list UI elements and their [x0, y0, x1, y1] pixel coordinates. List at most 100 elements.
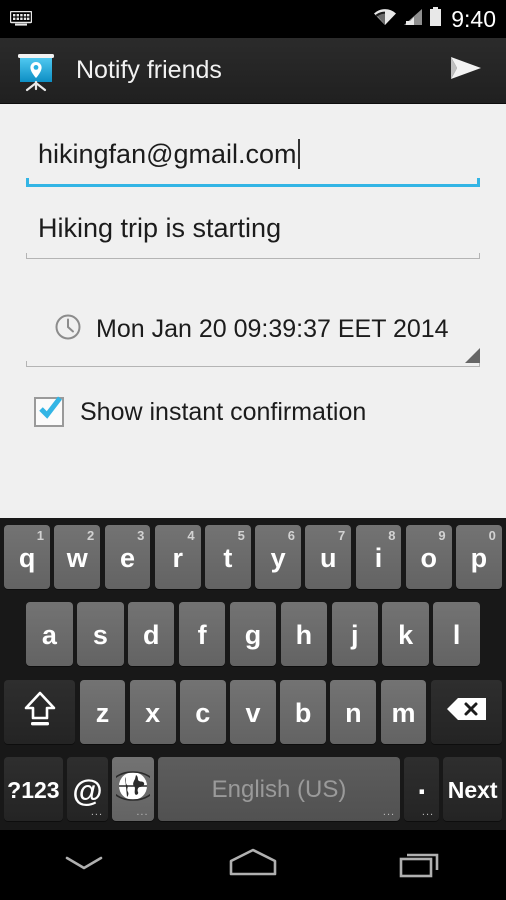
key-label: t [223, 543, 233, 573]
key-v[interactable]: v [230, 679, 276, 744]
key-superscript: 6 [287, 528, 296, 543]
key-q[interactable]: q1 [4, 525, 50, 589]
email-field[interactable]: hikingfan@gmail.com [26, 129, 480, 187]
datetime-underline [26, 361, 480, 367]
language-switch-key[interactable]: ... [110, 756, 156, 821]
keyboard-row-2: a s d f g h j k l [2, 599, 504, 669]
clock-icon [54, 313, 82, 346]
key-superscript: 2 [86, 528, 95, 543]
key-d[interactable]: d [127, 602, 175, 667]
subject-field-value: Hiking trip is starting [38, 213, 282, 243]
shift-key[interactable] [4, 679, 76, 744]
backspace-key[interactable] [430, 679, 502, 744]
wifi-icon [373, 8, 397, 31]
key-label: English (US) [211, 776, 347, 804]
subject-field[interactable]: Hiking trip is starting [26, 203, 480, 259]
key-b[interactable]: b [280, 679, 327, 744]
key-label: r [172, 543, 183, 573]
key-label: n [345, 697, 362, 728]
presentation-location-pin-icon[interactable] [14, 49, 58, 93]
key-s[interactable]: s [77, 602, 124, 667]
key-i[interactable]: i8 [355, 525, 402, 589]
key-label: g [244, 620, 262, 651]
key-label: . [417, 766, 427, 802]
hide-keyboard-button[interactable] [0, 830, 169, 900]
battery-icon [429, 7, 442, 31]
android-screen: 9:40 Notify friends hikingfan@gmail.com … [0, 0, 506, 900]
key-label: ?123 [7, 776, 60, 803]
symbols-key[interactable]: ?123 [4, 756, 63, 821]
key-x[interactable]: x [129, 679, 176, 744]
key-label: x [145, 697, 161, 728]
key-label: o [420, 543, 437, 573]
key-superscript: 8 [388, 528, 396, 543]
key-superscript: 9 [438, 528, 446, 543]
key-label: d [142, 620, 160, 651]
subject-field-underline [26, 253, 480, 259]
next-key[interactable]: Next [443, 756, 502, 821]
backspace-icon [444, 695, 488, 728]
show-instant-confirmation-checkbox[interactable] [34, 396, 64, 427]
show-instant-confirmation-label: Show instant confirmation [80, 397, 367, 426]
status-bar: 9:40 [0, 0, 506, 38]
recent-apps-button[interactable] [337, 830, 506, 900]
key-superscript: 1 [36, 528, 44, 543]
key-r[interactable]: r4 [154, 525, 201, 589]
datetime-spinner[interactable]: Mon Jan 20 09:39:37 EET 2014 [26, 303, 480, 367]
key-label: b [294, 697, 312, 728]
status-bar-system-icons: 9:40 [373, 7, 496, 31]
keyboard-row-1: q1 w2 e3 r4 t5 y6 u7 i8 o9 p0 [2, 522, 504, 592]
key-a[interactable]: a [26, 602, 73, 667]
action-bar: Notify friends [0, 38, 506, 104]
send-button[interactable] [440, 45, 492, 97]
key-e[interactable]: e3 [104, 525, 151, 589]
key-label: p [470, 543, 488, 573]
key-l[interactable]: l [433, 602, 480, 667]
recent-apps-icon [397, 846, 447, 885]
show-instant-confirmation-row[interactable]: Show instant confirmation [26, 396, 480, 427]
datetime-value: Mon Jan 20 09:39:37 EET 2014 [96, 314, 449, 343]
key-label: j [351, 620, 359, 651]
key-h[interactable]: h [280, 602, 328, 667]
key-label: @ [72, 772, 103, 808]
cellular-signal-icon [403, 8, 423, 31]
space-key[interactable]: English (US)... [157, 756, 401, 821]
key-label: s [92, 620, 108, 651]
key-j[interactable]: j [331, 602, 379, 667]
email-field-value-row: hikingfan@gmail.com [26, 129, 480, 179]
status-bar-clock: 9:40 [451, 5, 496, 32]
globe-icon [110, 769, 156, 808]
key-u[interactable]: u7 [305, 525, 352, 589]
key-f[interactable]: f [178, 602, 226, 667]
key-hint-dots: ... [136, 805, 149, 818]
key-superscript: 5 [237, 528, 245, 543]
soft-keyboard: q1 w2 e3 r4 t5 y6 u7 i8 o9 p0 a s d f g … [0, 518, 506, 830]
key-k[interactable]: k [382, 602, 429, 667]
page-title: Notify friends [76, 56, 222, 84]
key-y[interactable]: y6 [255, 525, 302, 589]
key-label: h [295, 620, 313, 651]
key-label: w [66, 543, 88, 573]
key-z[interactable]: z [79, 679, 126, 744]
key-label: v [245, 697, 261, 728]
hide-keyboard-chevron-icon [61, 850, 107, 881]
key-superscript: 0 [488, 528, 496, 543]
shift-icon [22, 688, 58, 735]
key-label: f [197, 620, 207, 651]
key-w[interactable]: w2 [54, 525, 101, 589]
key-c[interactable]: c [179, 679, 226, 744]
key-p[interactable]: p0 [456, 525, 502, 589]
key-o[interactable]: o9 [405, 525, 452, 589]
home-button[interactable] [169, 830, 338, 900]
key-n[interactable]: n [330, 679, 377, 744]
key-m[interactable]: m [380, 679, 427, 744]
email-field-value: hikingfan@gmail.com [38, 139, 297, 169]
key-g[interactable]: g [229, 602, 277, 667]
key-superscript: 3 [137, 528, 145, 543]
key-label: e [119, 543, 135, 573]
key-t[interactable]: t5 [204, 525, 251, 589]
key-hint-dots: ... [382, 805, 396, 818]
email-field-underline [26, 178, 480, 187]
at-key[interactable]: @... [66, 756, 109, 821]
period-key[interactable]: .... [404, 756, 440, 821]
